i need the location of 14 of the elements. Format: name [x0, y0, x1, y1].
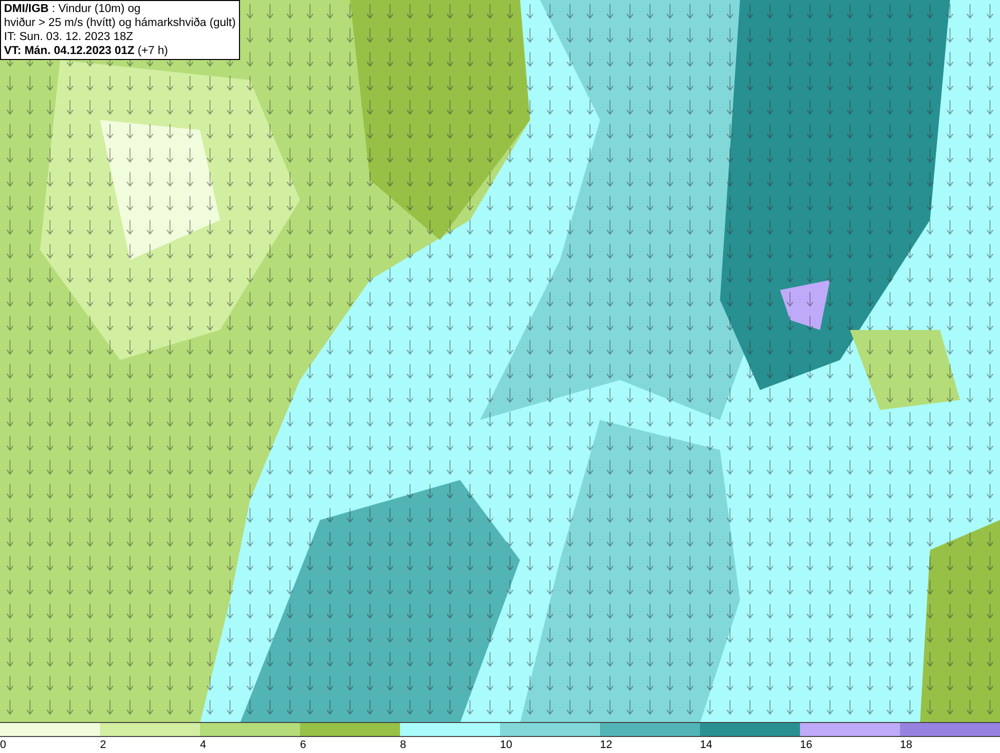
legend-tick-label: 4 — [200, 738, 206, 753]
legend-tick-label: 2 — [100, 738, 106, 753]
legend-tick-label: 0 — [0, 738, 6, 753]
legend-tick-label: 18 — [900, 738, 912, 753]
info-line: DMI/IGB : Vindur (10m) og — [4, 2, 142, 16]
legend-tick-label: 16 — [800, 738, 812, 753]
legend-tick-label: 8 — [400, 738, 406, 753]
legend-tick-label: 14 — [700, 738, 712, 753]
legend-tick-label: 12 — [600, 738, 612, 753]
info-line: VT: Mán. 04.12.2023 01Z (+7 h) — [4, 44, 169, 58]
legend-tick-label: 10 — [500, 738, 512, 753]
info-line: IT: Sun. 03. 12. 2023 18Z — [4, 30, 134, 44]
info-line: hviður > 25 m/s (hvítt) og hámarkshviða (gult) — [4, 16, 236, 30]
legend-tick-label: 6 — [300, 738, 306, 753]
